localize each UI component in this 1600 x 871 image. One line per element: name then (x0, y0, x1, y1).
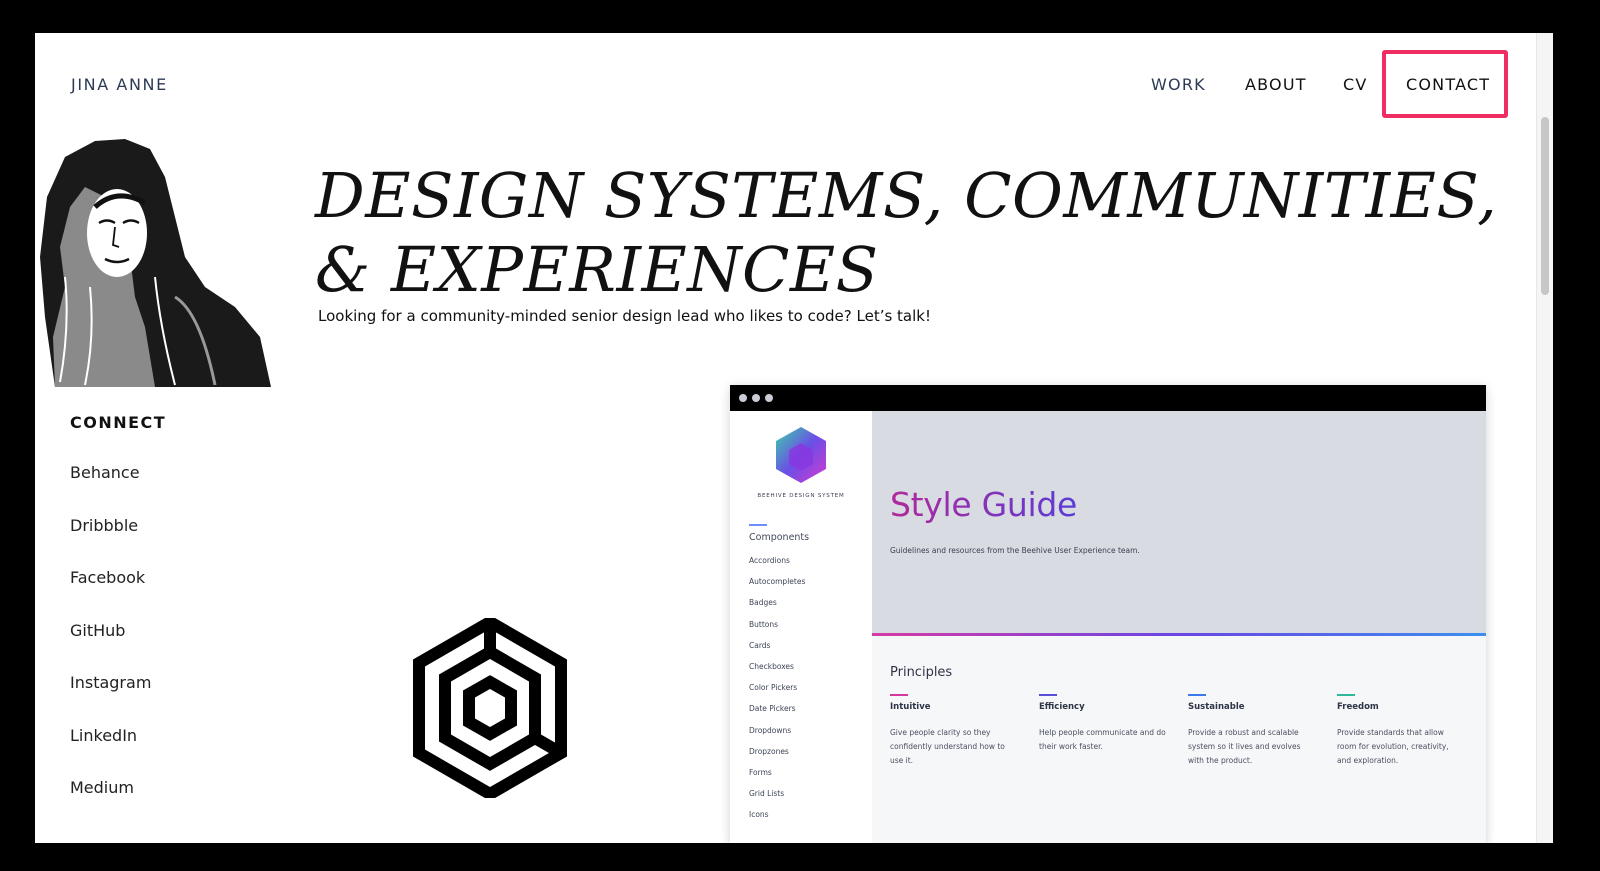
mockup-hero-subtitle: Guidelines and resources from the Beehiv… (890, 546, 1140, 555)
sidebar-item[interactable]: Dropdowns (749, 726, 805, 747)
nav-cv[interactable]: CV (1343, 75, 1368, 94)
portrait-illustration (40, 139, 271, 387)
sidebar-item[interactable]: Icons (749, 810, 805, 831)
window-dot-icon (752, 394, 760, 402)
sidebar-item[interactable]: Checkboxes (749, 662, 805, 683)
principle-accent (1039, 694, 1057, 696)
sidebar-item[interactable]: Autocompletes (749, 577, 805, 598)
principle-desc: Help people communicate and do their wor… (1039, 728, 1166, 751)
social-link-facebook[interactable]: Facebook (70, 568, 151, 621)
principle-desc: Give people clarity so they confidently … (890, 728, 1005, 765)
sidebar-item[interactable]: Color Pickers (749, 683, 805, 704)
social-link-medium[interactable]: Medium (70, 778, 151, 831)
hero-title-line-2: & EXPERIENCES (315, 233, 879, 306)
contact-highlight-box (1382, 50, 1508, 118)
window-dot-icon (739, 394, 747, 402)
mockup-window-bar (730, 385, 1486, 411)
principle-name: Sustainable (1188, 702, 1245, 712)
hero-subtitle: Looking for a community-minded senior de… (318, 307, 931, 325)
beehive-logo-icon (413, 618, 567, 798)
principle-desc: Provide a robust and scalable system so … (1188, 728, 1301, 765)
principles-heading: Principles (890, 665, 953, 680)
style-guide-mockup: BEEHIVE DESIGN SYSTEM Components Accordi… (730, 385, 1486, 843)
social-link-github[interactable]: GitHub (70, 621, 151, 674)
mockup-brand: BEEHIVE DESIGN SYSTEM (757, 493, 845, 499)
nav-about[interactable]: ABOUT (1245, 75, 1307, 94)
principle-desc: Provide standards that allow room for ev… (1337, 728, 1449, 765)
sidebar-item[interactable]: Badges (749, 598, 805, 619)
social-link-dribbble[interactable]: Dribbble (70, 516, 151, 569)
sidebar-item[interactable]: Dropzones (749, 747, 805, 768)
sidebar-item[interactable]: Date Pickers (749, 704, 805, 725)
hero-title: DESIGN SYSTEMS, COMMUNITIES, & EXPERIENC… (315, 159, 1515, 307)
sidebar-item[interactable]: Grid Lists (749, 789, 805, 810)
mockup-hero-title: Style Guide (890, 485, 1077, 524)
hero-title-line-1: DESIGN SYSTEMS, COMMUNITIES, (315, 159, 1498, 232)
sidebar-accent (749, 524, 767, 526)
principle-efficiency: Efficiency Help people communicate and d… (1039, 694, 1167, 754)
nav-work[interactable]: WORK (1151, 75, 1206, 94)
principle-name: Freedom (1337, 702, 1379, 712)
principle-name: Intuitive (890, 702, 931, 712)
social-link-instagram[interactable]: Instagram (70, 673, 151, 726)
social-link-linkedin[interactable]: LinkedIn (70, 726, 151, 779)
sidebar-heading: Components (749, 532, 810, 543)
sidebar-item[interactable]: Buttons (749, 620, 805, 641)
principle-sustainable: Sustainable Provide a robust and scalabl… (1188, 694, 1316, 768)
main-nav: WORK ABOUT CV CONTACT (35, 75, 1553, 99)
social-links: Behance Dribbble Facebook GitHub Instagr… (70, 463, 151, 831)
sidebar-item[interactable]: Cards (749, 641, 805, 662)
page-scrollbar[interactable] (1536, 33, 1553, 843)
mockup-sidebar: BEEHIVE DESIGN SYSTEM Components Accordi… (730, 411, 873, 843)
principle-accent (890, 694, 908, 696)
connect-heading: CONNECT (70, 413, 167, 432)
browser-viewport: JINA ANNE WORK ABOUT CV CONTACT DESIGN S… (35, 33, 1553, 843)
hexagon-logo-icon (776, 427, 826, 483)
sidebar-list: Accordions Autocompletes Badges Buttons … (749, 556, 805, 831)
sidebar-item[interactable]: Forms (749, 768, 805, 789)
principle-freedom: Freedom Provide standards that allow roo… (1337, 694, 1465, 768)
window-dot-icon (765, 394, 773, 402)
principle-accent (1188, 694, 1206, 696)
principle-name: Efficiency (1039, 702, 1085, 712)
scrollbar-thumb[interactable] (1541, 117, 1549, 295)
social-link-behance[interactable]: Behance (70, 463, 151, 516)
sidebar-item[interactable]: Accordions (749, 556, 805, 577)
principle-accent (1337, 694, 1355, 696)
principle-intuitive: Intuitive Give people clarity so they co… (890, 694, 1018, 768)
